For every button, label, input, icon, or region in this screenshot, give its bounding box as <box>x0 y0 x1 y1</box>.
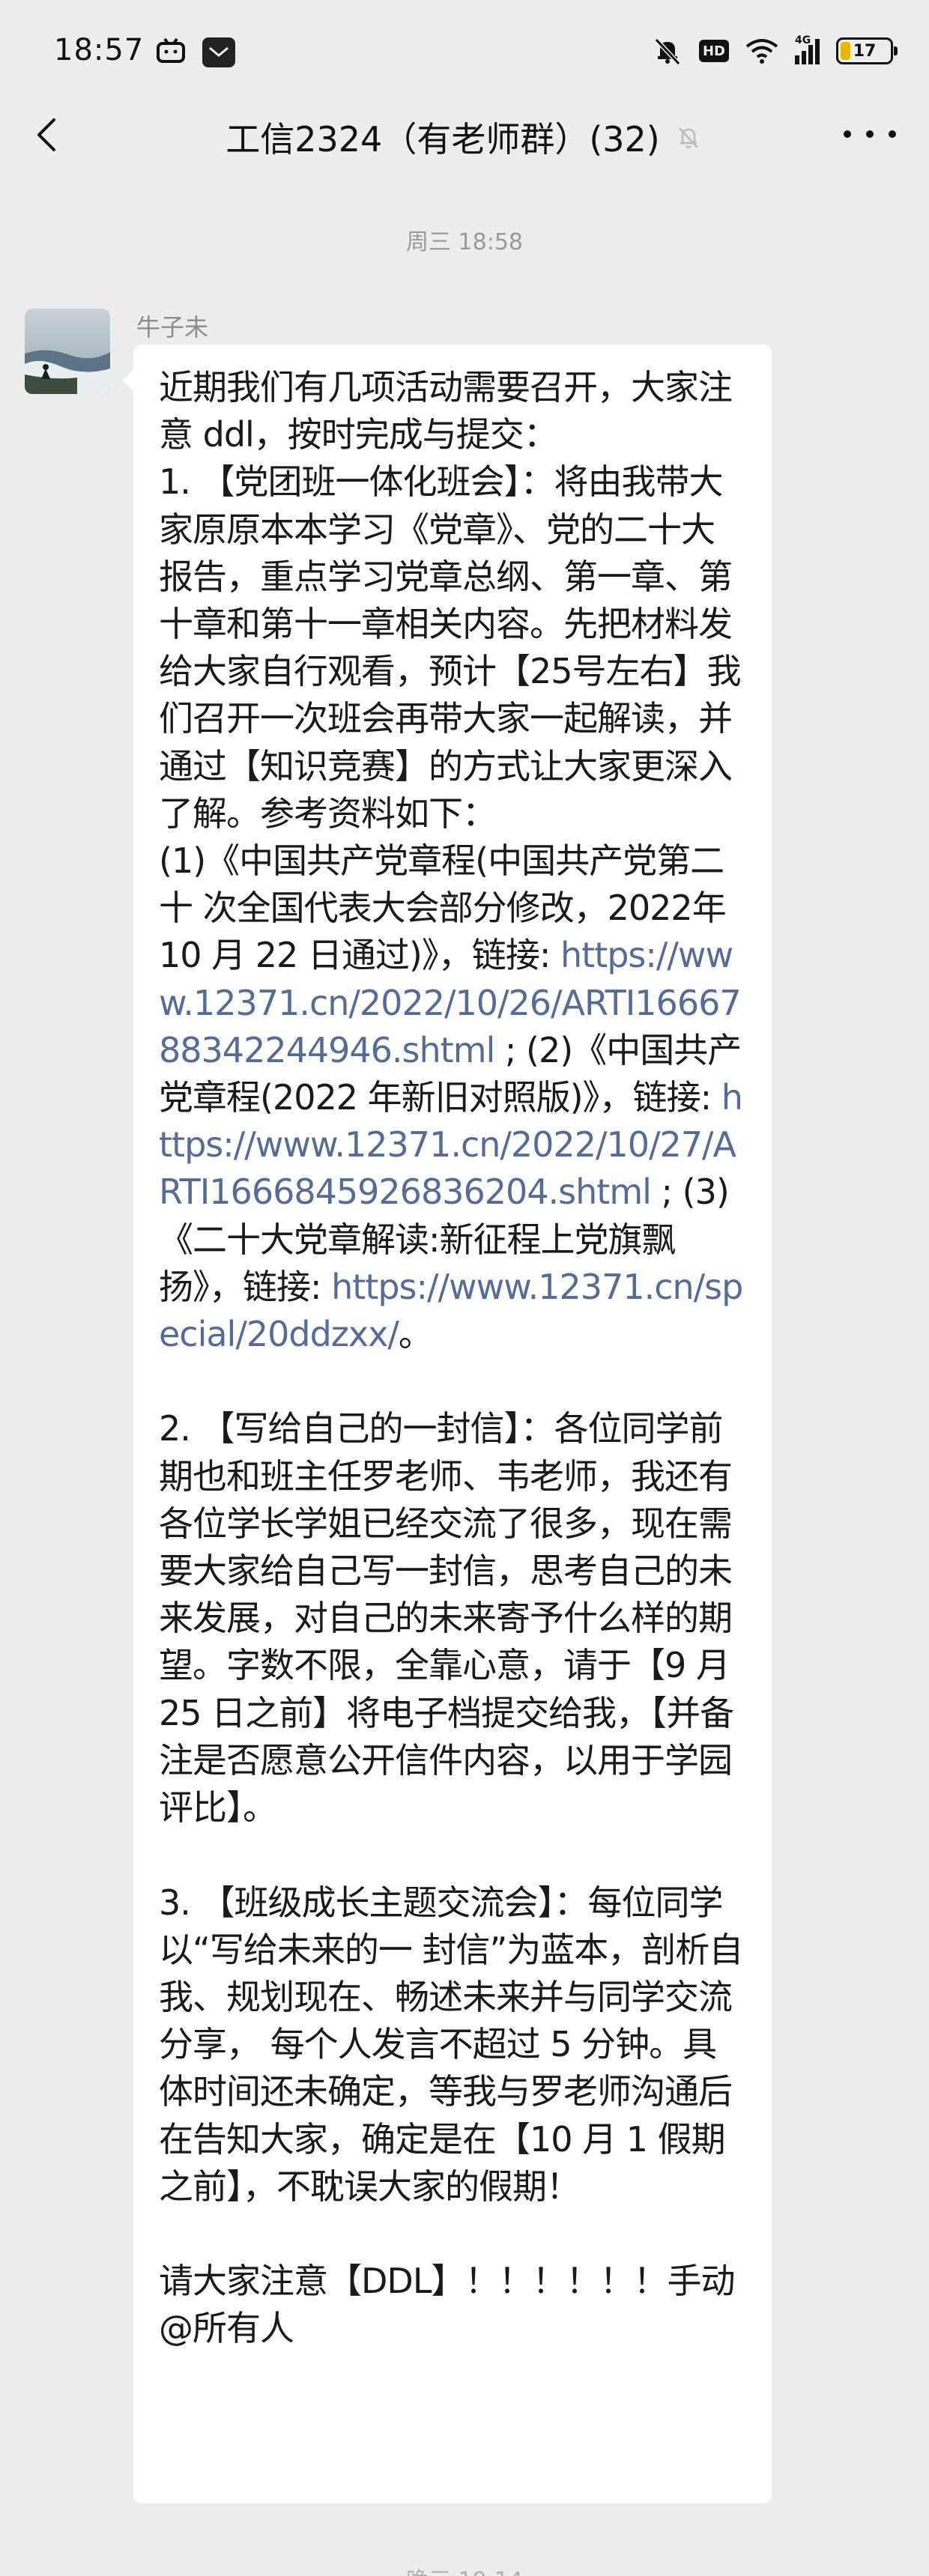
battery-icon: 17 <box>836 37 898 64</box>
bilibili-icon <box>157 37 185 63</box>
status-bar: 18:57 HD 4G 17 <box>0 0 929 97</box>
next-timestamp: 晚三 19:14 <box>0 2562 929 2576</box>
signal-bar <box>815 39 820 64</box>
sender-name: 牛子未 <box>136 313 209 342</box>
chat-title-container: 工信2324（有老师群）(32) <box>0 112 929 162</box>
dot-icon <box>844 130 851 138</box>
signal-bar <box>795 55 799 64</box>
network-type: 4G <box>795 34 811 46</box>
chat-title[interactable]: 工信2324（有老师群）(32) <box>226 112 660 162</box>
mute-bell-icon <box>654 37 681 66</box>
more-options-button[interactable] <box>844 123 896 145</box>
message-text-part: 近期我们有几项活动需要召开，大家注意 ddl，按时完成与提交： 1. 【党团班一… <box>159 367 742 976</box>
signal-bar <box>802 51 806 64</box>
sender-avatar[interactable] <box>25 309 110 394</box>
signal-bar <box>808 45 813 64</box>
message-text: 近期我们有几项活动需要召开，大家注意 ddl，按时完成与提交： 1. 【党团班一… <box>159 364 748 2353</box>
mail-app-icon <box>202 37 235 67</box>
battery-level: 17 <box>853 41 877 61</box>
wifi-icon <box>745 39 778 64</box>
message-text-part: 。 2. 【写给自己的一封信】：各位同学前期也和班主任罗老师、韦老师，我还有各位… <box>159 1314 743 2349</box>
status-indicators: HD 4G 17 <box>653 34 898 67</box>
message-bubble[interactable]: 近期我们有几项活动需要召开，大家注意 ddl，按时完成与提交： 1. 【党团班一… <box>123 345 772 2503</box>
dot-icon <box>889 130 896 138</box>
muted-bell-icon <box>678 127 698 148</box>
message-timestamp: 周三 18:58 <box>406 229 523 255</box>
status-time: 18:57 <box>54 33 145 67</box>
chat-header: 工信2324（有老师群）(32) <box>0 97 929 172</box>
hd-badge: HD <box>699 40 729 62</box>
dot-icon <box>866 130 874 138</box>
signal-indicator: 4G <box>795 34 820 64</box>
